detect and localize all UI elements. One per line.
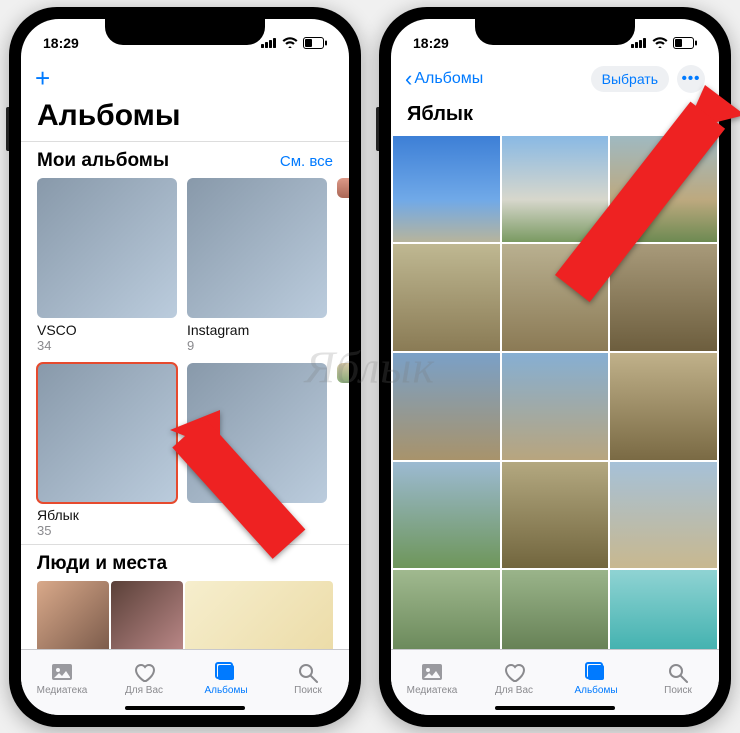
home-indicator[interactable] <box>125 706 245 710</box>
back-button[interactable]: ‹ Альбомы <box>405 66 483 92</box>
photo-thumb[interactable] <box>610 570 717 648</box>
tab-search[interactable]: Поиск <box>637 650 719 715</box>
tab-label: Медиатека <box>407 685 458 696</box>
album-instagram[interactable]: Instagram 9 <box>187 178 327 353</box>
photo-thumb[interactable] <box>502 353 609 460</box>
album-name: VSCO <box>37 322 177 338</box>
section-my-albums: Мои альбомы См. все <box>21 141 349 178</box>
photo-thumb[interactable] <box>393 462 500 569</box>
photo-thumb[interactable] <box>610 353 717 460</box>
albums-icon <box>584 661 608 683</box>
tab-library[interactable]: Медиатека <box>21 650 103 715</box>
album-name: Instagram <box>187 322 327 338</box>
signal-icon <box>631 37 647 48</box>
section-title: Мои альбомы <box>37 150 169 172</box>
tab-label: Для Вас <box>495 685 533 696</box>
photo-thumb[interactable] <box>610 462 717 569</box>
home-indicator[interactable] <box>495 706 615 710</box>
section-title: Люди и места <box>37 553 167 575</box>
for-you-icon <box>502 661 526 683</box>
photo-thumb[interactable] <box>393 136 500 243</box>
status-indicators <box>631 37 697 49</box>
annotation-arrow-left <box>150 400 350 660</box>
see-all-link[interactable]: См. все <box>280 153 333 170</box>
album-thumb <box>337 178 349 198</box>
chevron-left-icon: ‹ <box>405 66 412 92</box>
album-peek[interactable] <box>337 178 349 353</box>
photo-thumb[interactable] <box>393 353 500 460</box>
search-icon <box>666 661 690 683</box>
tab-label: Для Вас <box>125 685 163 696</box>
signal-icon <box>261 37 277 48</box>
tab-label: Поиск <box>294 685 322 696</box>
album-thumb <box>187 178 327 318</box>
wifi-icon <box>282 37 298 48</box>
album-vsco[interactable]: VSCO 34 <box>37 178 177 353</box>
face-thumb[interactable] <box>37 581 109 649</box>
annotation-arrow-right <box>555 75 740 335</box>
tab-label: Медиатека <box>37 685 88 696</box>
battery-icon <box>673 37 697 49</box>
album-count: 9 <box>187 338 327 353</box>
page-title: Альбомы <box>21 99 349 141</box>
notch <box>105 19 265 45</box>
library-icon <box>420 661 444 683</box>
for-you-icon <box>132 661 156 683</box>
search-icon <box>296 661 320 683</box>
notch <box>475 19 635 45</box>
album-thumb <box>37 178 177 318</box>
back-label: Альбомы <box>414 70 483 88</box>
battery-icon <box>303 37 327 49</box>
albums-icon <box>214 661 238 683</box>
album-thumb <box>337 363 349 383</box>
tab-label: Поиск <box>664 685 692 696</box>
photo-thumb[interactable] <box>393 244 500 351</box>
tab-label: Альбомы <box>574 685 617 696</box>
photo-thumb[interactable] <box>502 570 609 648</box>
add-button[interactable]: + <box>35 63 50 94</box>
album-count: 34 <box>37 338 177 353</box>
nav-row: + <box>21 59 349 99</box>
tab-library[interactable]: Медиатека <box>391 650 473 715</box>
photo-thumb[interactable] <box>393 570 500 648</box>
photo-thumb[interactable] <box>502 462 609 569</box>
status-indicators <box>261 37 327 49</box>
wifi-icon <box>652 37 668 48</box>
tab-label: Альбомы <box>204 685 247 696</box>
status-time: 18:29 <box>413 35 449 51</box>
library-icon <box>50 661 74 683</box>
status-time: 18:29 <box>43 35 79 51</box>
